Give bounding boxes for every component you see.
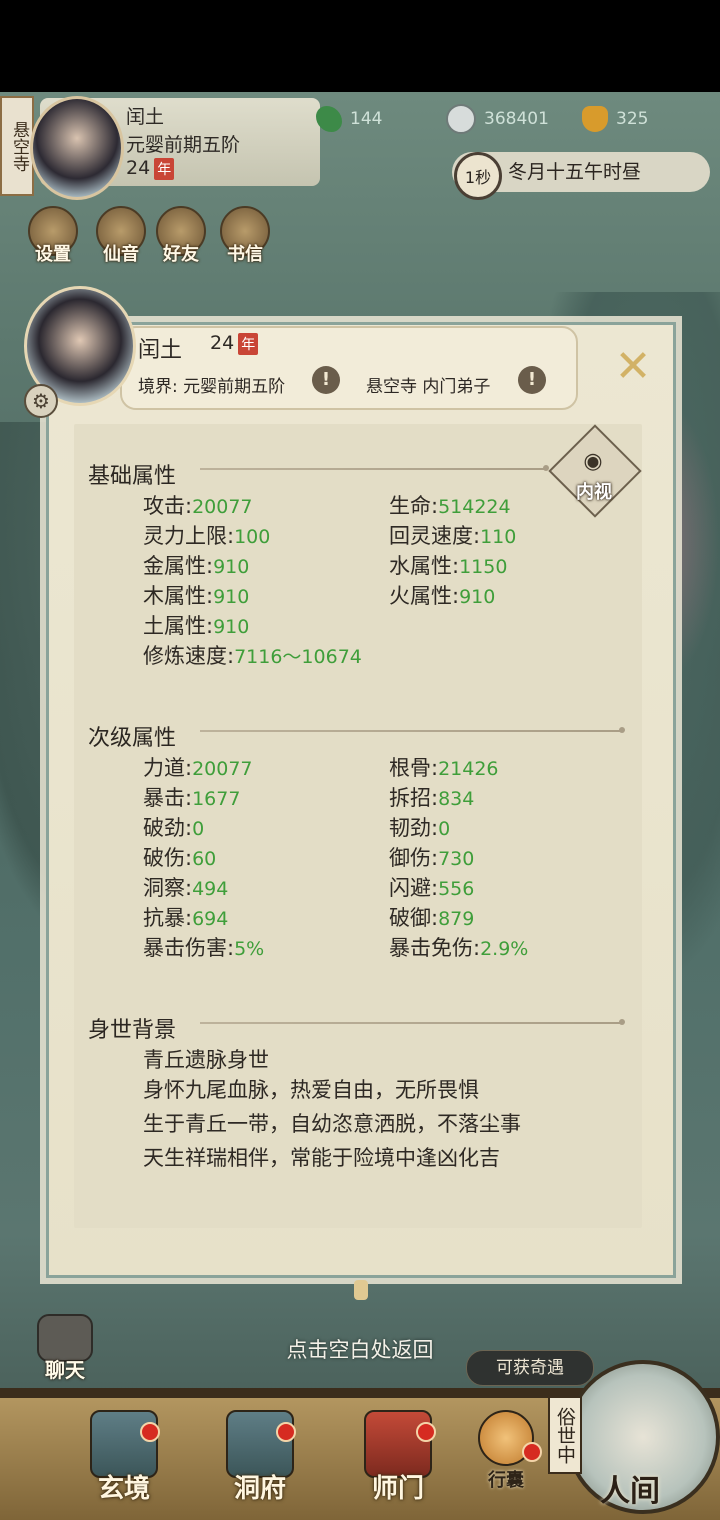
tap-to-return-hint[interactable]: 点击空白处返回: [0, 1334, 720, 1364]
stat-wood: 木属性:910: [143, 584, 250, 608]
stat-mana-cap: 灵力上限:100: [143, 524, 271, 548]
section-divider: [200, 727, 625, 733]
stat-crit-damage: 暴击伤害:5%: [143, 936, 265, 960]
tab-cave-dwelling[interactable]: 洞府: [210, 1410, 310, 1510]
tab-label: 玄境: [97, 1474, 150, 1504]
tab-mystic-realm[interactable]: 玄境: [74, 1410, 174, 1510]
coin-count: 368401: [484, 109, 549, 129]
stat-water: 水属性:1150: [389, 554, 508, 578]
chat-button[interactable]: 聊天: [34, 1314, 96, 1382]
settings-label: 设置: [35, 244, 71, 265]
stat-strength: 力道:20077: [143, 756, 253, 780]
background-line: 天生祥瑞相伴，常能于险境中逢凶化吉: [143, 1146, 500, 1170]
stat-cultivation-speed: 修炼速度:7116～10674: [143, 644, 362, 668]
section-divider: [200, 1019, 625, 1025]
background-title: 身世背景: [88, 1018, 177, 1043]
scroll-ornament: [354, 1280, 368, 1300]
notification-dot: [276, 1422, 296, 1442]
stat-parry: 拆招:834: [389, 786, 475, 810]
coin-resource[interactable]: 368401: [446, 104, 549, 134]
jade-count: 144: [350, 109, 383, 129]
stat-damage-boost: 破伤:60: [143, 846, 217, 870]
stat-crit-damage-reduce: 暴击免伤:2.9%: [389, 936, 529, 960]
gold-count: 325: [616, 109, 649, 129]
year-badge: 年: [238, 333, 259, 355]
character-banner: [120, 326, 578, 410]
stat-mana-regen: 回灵速度:110: [389, 524, 517, 548]
character-realm: 境界: 元婴前期五阶: [138, 377, 286, 397]
sect-info-icon[interactable]: !: [518, 366, 546, 394]
notification-dot: [416, 1422, 436, 1442]
background-line: 生于青丘一带，自幼恣意洒脱，不落尘事: [143, 1112, 521, 1136]
player-name: 闰土: [126, 106, 165, 128]
friends-label: 好友: [163, 244, 199, 265]
character-age-value: 24: [210, 332, 235, 354]
tab-label: 行囊: [488, 1470, 524, 1491]
stat-earth: 土属性:910: [143, 614, 250, 638]
stat-hp: 生命:514224: [389, 494, 511, 518]
inner-view-label[interactable]: 内视: [568, 478, 620, 504]
player-realm: 元婴前期五阶: [126, 134, 241, 156]
notification-dot: [522, 1442, 542, 1462]
music-button[interactable]: 仙音: [93, 206, 149, 266]
background-line: 身怀九尾血脉，热爱自由，无所畏惧: [143, 1078, 479, 1102]
eye-icon: ◉: [583, 449, 603, 474]
coin-icon: [446, 104, 476, 134]
character-age: 24 年: [210, 332, 259, 355]
player-avatar[interactable]: [30, 96, 124, 200]
stat-armor-break: 破劲:0: [143, 816, 205, 840]
stat-damage-reduce: 御伤:730: [389, 846, 475, 870]
stat-attack: 攻击:20077: [143, 494, 253, 518]
mail-label: 书信: [227, 244, 263, 265]
jade-leaf-icon: [316, 106, 342, 132]
adventure-button[interactable]: 可获奇遇: [466, 1350, 594, 1386]
stat-defense-break: 破御:879: [389, 906, 475, 930]
stat-insight: 洞察:494: [143, 876, 229, 900]
player-age: 24 年: [126, 157, 175, 180]
tab-label: 洞府: [233, 1474, 286, 1504]
mail-button[interactable]: 书信: [217, 206, 273, 266]
gear-icon[interactable]: ⚙: [24, 384, 58, 418]
notification-dot: [140, 1422, 160, 1442]
sect-tag[interactable]: 悬空寺: [0, 96, 34, 196]
music-label: 仙音: [103, 244, 139, 265]
status-bar-area: [0, 0, 720, 92]
stat-crit-resist: 抗暴:694: [143, 906, 229, 930]
stat-metal: 金属性:910: [143, 554, 250, 578]
tab-label: 师门: [371, 1474, 424, 1504]
stat-fire: 火属性:910: [389, 584, 496, 608]
secondary-attributes-title: 次级属性: [88, 726, 177, 751]
age-value: 24: [126, 157, 151, 179]
basic-attributes-title: 基础属性: [88, 464, 177, 489]
game-date-time: 冬月十五午时昼: [508, 161, 642, 183]
stat-constitution: 根骨:21426: [389, 756, 499, 780]
world-status-tag: 俗世中: [548, 1396, 582, 1474]
stat-crit: 暴击:1677: [143, 786, 241, 810]
stat-dodge: 闪避:556: [389, 876, 475, 900]
year-badge: 年: [154, 158, 175, 180]
character-sect-rank: 悬空寺 内门弟子: [366, 377, 491, 397]
close-icon[interactable]: ✕: [610, 344, 656, 390]
gold-ingot-icon: [582, 106, 608, 132]
world-label[interactable]: 人间: [582, 1466, 678, 1510]
realm-info-icon[interactable]: !: [312, 366, 340, 394]
settings-button[interactable]: 设置: [25, 206, 81, 266]
background-line: 青丘遗脉身世: [143, 1048, 269, 1072]
friends-button[interactable]: 好友: [153, 206, 209, 266]
stat-toughness: 韧劲:0: [389, 816, 451, 840]
game-speed-button[interactable]: 1秒: [454, 152, 502, 200]
section-divider: [200, 465, 549, 471]
chat-label: 聊天: [45, 1358, 85, 1382]
jade-resource[interactable]: 144: [316, 104, 382, 134]
character-name: 闰土: [138, 338, 183, 363]
gold-resource[interactable]: 325: [582, 104, 648, 134]
